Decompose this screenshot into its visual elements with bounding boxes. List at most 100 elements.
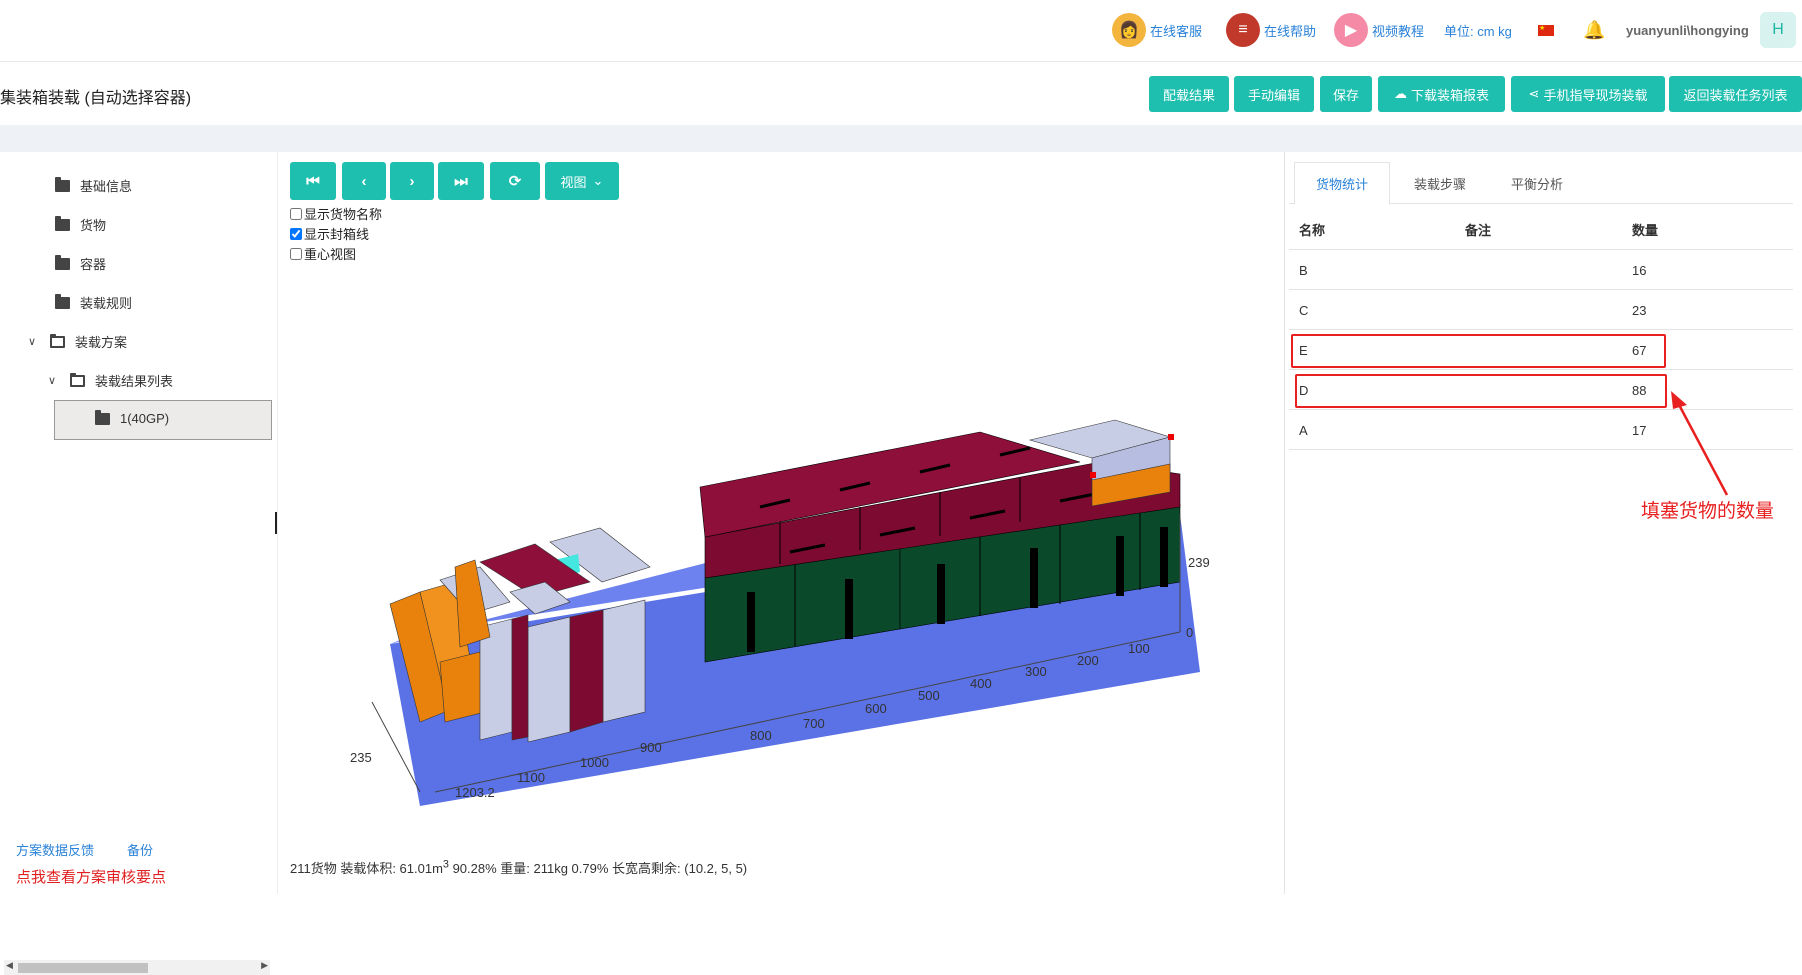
length-tick-label: 500 [918, 688, 940, 703]
show-seal-line-input[interactable] [290, 227, 302, 240]
online-service-link[interactable]: 👩 在线客服 [1112, 12, 1202, 48]
last-step-button[interactable]: ⏭ [438, 162, 484, 200]
download-report-label: 下载装箱报表 [1410, 87, 1489, 103]
chevron-down-icon: ∨ [28, 336, 37, 348]
tab-balance-analysis[interactable]: 平衡分析 [1488, 162, 1586, 204]
language-switch[interactable] [1538, 12, 1554, 48]
folder-icon [55, 293, 70, 309]
length-tick-label: 400 [970, 676, 992, 691]
show-cargo-name-checkbox[interactable]: 显示货物名称 [290, 204, 382, 223]
user-menu[interactable]: yuanyunli\hongying [1626, 12, 1749, 48]
china-flag-icon [1538, 24, 1554, 36]
download-report-button[interactable]: ☁ 下载装箱报表 [1378, 76, 1505, 112]
length-tick-label: 300 [1025, 664, 1047, 679]
backup-link[interactable]: 备份 [127, 840, 153, 859]
refresh-icon: ⟳ [508, 173, 522, 190]
tab-load-steps[interactable]: 装载步骤 [1392, 162, 1488, 204]
audit-points-link[interactable]: 点我查看方案审核要点 [16, 866, 166, 887]
checkbox-label: 显示货物名称 [304, 207, 383, 222]
highlight-box-d [1295, 374, 1667, 408]
seal-line [1160, 527, 1168, 587]
scroll-left-icon[interactable]: ◀ [6, 960, 13, 971]
cell-qty: 16 [1632, 263, 1647, 278]
column-header-qty: 数量 [1632, 223, 1659, 238]
checkbox-label: 显示封箱线 [304, 227, 370, 242]
cell-name: A [1299, 423, 1308, 438]
cargo-orange-block [439, 651, 486, 723]
chevron-left-icon: ‹ [361, 172, 367, 190]
splitter-handle[interactable] [275, 512, 277, 534]
scrollbar-thumb[interactable] [18, 963, 148, 973]
horizontal-scrollbar[interactable]: ◀ ▶ [4, 960, 270, 975]
tab-cargo-stats[interactable]: 货物统计 [1294, 162, 1390, 205]
folder-open-icon [70, 372, 85, 387]
sidebar-item-result-list[interactable]: ∨ 装载结果列表 [48, 371, 173, 390]
gravity-view-input[interactable] [290, 247, 302, 260]
next-step-button[interactable]: › [390, 162, 434, 200]
show-seal-line-checkbox[interactable]: 显示封箱线 [290, 224, 369, 243]
length-tick-label: 1000 [580, 755, 609, 770]
show-cargo-name-input[interactable] [290, 207, 302, 220]
online-service-label: 在线客服 [1150, 23, 1203, 39]
sidebar-item-container[interactable]: 容器 [55, 254, 106, 273]
cargo-red-block [569, 609, 604, 733]
page-title: 集装箱装载 (自动选择容器) [0, 90, 192, 107]
video-icon: ▶ [1334, 13, 1368, 47]
sidebar-item-result-1[interactable]: 1(40GP) [95, 409, 169, 426]
video-tutorial-label: 视频教程 [1372, 23, 1425, 39]
height-zero-label: 0 [1186, 625, 1193, 640]
feedback-link[interactable]: 方案数据反馈 [16, 840, 94, 859]
first-step-button[interactable]: ⏮ [290, 162, 336, 200]
cargo-lavender-block [527, 616, 571, 743]
chevron-right-icon: › [409, 172, 415, 190]
highlight-box-e [1291, 334, 1666, 368]
help-book-icon: ≡ [1226, 13, 1260, 47]
folder-icon [95, 409, 110, 425]
video-tutorial-link[interactable]: ▶ 视频教程 [1334, 12, 1424, 48]
scroll-right-icon[interactable]: ▶ [261, 960, 268, 971]
load-summary-prefix: 211货物 装载体积: 61.01m [290, 861, 443, 876]
length-tick-label: 900 [640, 740, 662, 755]
sidebar-item-cargo[interactable]: 货物 [55, 215, 106, 234]
cell-name: B [1299, 263, 1308, 278]
gravity-view-checkbox[interactable]: 重心视图 [290, 244, 356, 263]
prev-step-button[interactable]: ‹ [342, 162, 386, 200]
mobile-guide-label: 手机指导现场装载 [1543, 87, 1648, 103]
height-max-label: 239 [1188, 555, 1210, 570]
refresh-button[interactable]: ⟳ [490, 162, 540, 200]
length-tick-label: 1203.2 [455, 785, 495, 800]
seal-line [1030, 548, 1038, 608]
length-tick-label: 700 [803, 716, 825, 731]
length-tick-label: 600 [865, 701, 887, 716]
stats-panel: 货物统计 装载步骤 平衡分析 名称 备注 数量 B 16 C 23 E 67 D… [1284, 152, 1802, 894]
3d-viewer: ⏮ ‹ › ⏭ ⟳ 视图 ⌄ 显示货物名称 显示封箱线 重心视图 239 0 2… [280, 152, 1280, 894]
length-tick-label: 100 [1128, 641, 1150, 656]
seal-line [1116, 536, 1124, 596]
mobile-guide-button[interactable]: ⋖ 手机指导现场装载 [1511, 76, 1665, 112]
load-result-button[interactable]: 配载结果 [1149, 76, 1229, 112]
separator-strip [0, 125, 1802, 152]
save-button[interactable]: 保存 [1320, 76, 1372, 112]
view-dropdown[interactable]: 视图 ⌄ [545, 162, 619, 200]
manual-edit-button[interactable]: 手动编辑 [1234, 76, 1314, 112]
table-row[interactable]: C 23 [1289, 290, 1793, 330]
sidebar-item-load-rules[interactable]: 装载规则 [55, 293, 132, 312]
sidebar-item-load-plan[interactable]: ∨ 装载方案 [28, 332, 127, 351]
notification-button[interactable]: 🔔 [1583, 12, 1605, 48]
sidebar-item-basic-info[interactable]: 基础信息 [55, 176, 132, 195]
service-avatar-icon: 👩 [1112, 13, 1146, 47]
online-help-link[interactable]: ≡ 在线帮助 [1226, 12, 1316, 48]
length-tick-label: 200 [1077, 653, 1099, 668]
seal-line [747, 592, 755, 652]
container-3d-canvas[interactable]: 239 0 235 100 200 300 400 500 600 700 80… [280, 292, 1280, 892]
user-avatar: H [1760, 12, 1796, 48]
seal-line [937, 564, 945, 624]
table-row[interactable]: B 16 [1289, 250, 1793, 290]
cell-name: C [1299, 303, 1309, 318]
back-to-list-button[interactable]: 返回装载任务列表 [1669, 76, 1802, 112]
user-avatar-button[interactable]: H [1760, 12, 1796, 48]
sidebar-tree: 基础信息 货物 容器 装载规则 ∨ 装载方案 ∨ 装载结果列表 1(40GP) … [0, 152, 278, 975]
corner-marker [1090, 472, 1096, 478]
skip-back-icon: ⏮ [306, 172, 320, 190]
unit-selector[interactable]: 单位: cm kg [1444, 12, 1512, 48]
